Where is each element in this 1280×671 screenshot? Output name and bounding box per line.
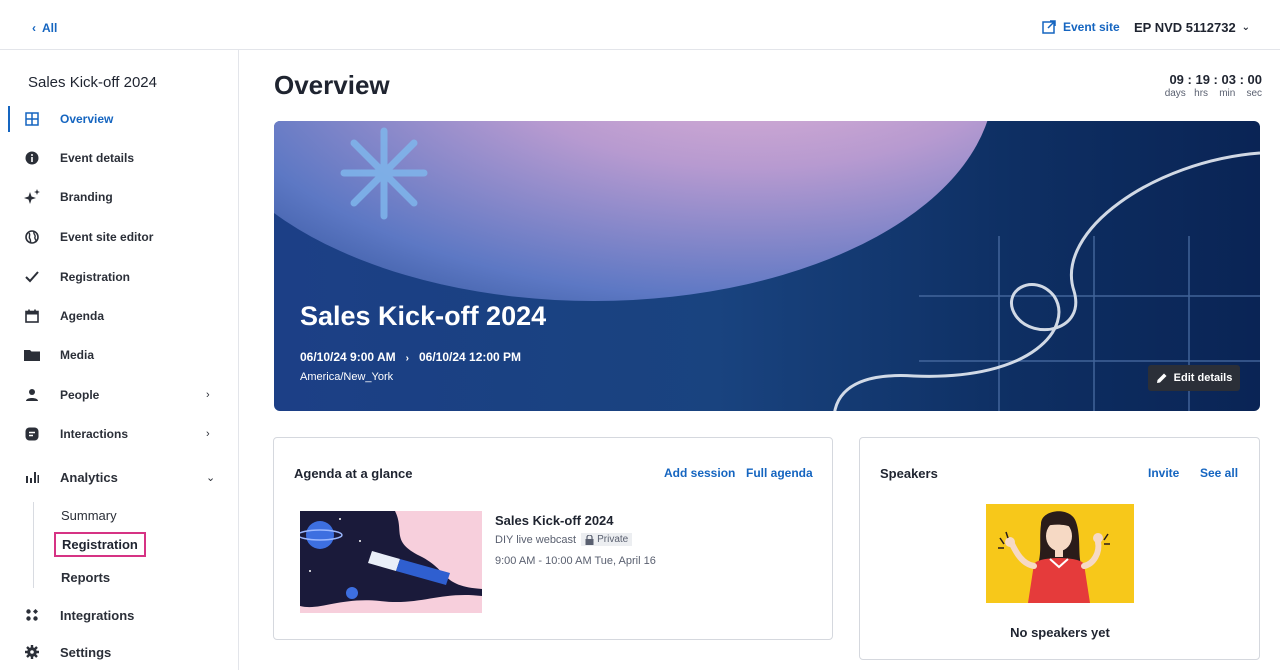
event-id-dropdown[interactable]: EP NVD 5112732 ⌄	[1134, 20, 1250, 35]
session-type-label: DIY live webcast	[495, 533, 577, 546]
chevron-right-icon: ›	[405, 353, 409, 364]
sidebar-item-label: Media	[60, 348, 95, 362]
countdown-sec: 00	[1247, 72, 1262, 87]
unit-hrs: hrs	[1194, 88, 1209, 99]
invite-link[interactable]: Invite	[1148, 466, 1179, 480]
unit-min: min	[1219, 88, 1236, 99]
info-icon	[24, 150, 40, 166]
folder-icon	[24, 347, 40, 363]
sidebar-item-label: Event site editor	[60, 230, 154, 244]
analytics-sub-summary[interactable]: Summary	[61, 508, 117, 523]
sidebar-item-label: Branding	[60, 190, 113, 204]
banner-decoration	[340, 127, 1260, 411]
private-badge: Private	[581, 533, 633, 546]
speakers-card: Speakers Invite See all No speakers yet	[859, 437, 1260, 660]
sidebar-item-event-details[interactable]: Event details	[0, 139, 238, 177]
globe-icon	[24, 229, 40, 245]
submenu-divider	[33, 502, 34, 588]
event-title: Sales Kick-off 2024	[28, 74, 157, 91]
external-link-icon	[1042, 20, 1056, 34]
back-link[interactable]: ‹ All	[32, 21, 57, 35]
banner-title: Sales Kick-off 2024	[300, 301, 547, 331]
event-site-link[interactable]: Event site	[1042, 20, 1120, 34]
session-name[interactable]: Sales Kick-off 2024	[495, 513, 614, 528]
bar-chart-icon	[24, 469, 40, 485]
sidebar-item-agenda[interactable]: Agenda	[0, 297, 238, 335]
session-time: 9:00 AM - 10:00 AM Tue, April 16	[495, 555, 656, 567]
sidebar-item-label: Interactions	[60, 427, 129, 441]
sidebar-item-label: Overview	[60, 112, 114, 126]
banner-timezone: America/New_York	[300, 371, 394, 383]
sidebar-item-settings[interactable]: Settings	[0, 633, 238, 671]
agenda-title: Agenda at a glance	[294, 466, 413, 481]
sparkle-icon	[24, 189, 40, 205]
lock-icon	[585, 534, 594, 545]
sidebar-item-overview[interactable]: Overview	[0, 100, 238, 138]
countdown-values: 09 : 19 : 03 : 00	[1169, 72, 1262, 87]
sidebar-item-label: Event details	[60, 151, 135, 165]
countdown-min: 03	[1221, 72, 1236, 87]
person-icon	[24, 387, 40, 403]
sidebar-item-analytics[interactable]: Analytics ⌄	[0, 458, 238, 496]
sidebar: Sales Kick-off 2024 Overview Event detai…	[0, 50, 239, 670]
countdown-hrs: 19	[1195, 72, 1210, 87]
agenda-card: Agenda at a glance Add session Full agen…	[273, 437, 833, 640]
banner-start: 06/10/24 9:00 AM	[300, 350, 396, 364]
analytics-sub-reports[interactable]: Reports	[61, 570, 110, 585]
top-bar: ‹ All Event site EP NVD 5112732 ⌄	[0, 0, 1280, 50]
sidebar-item-integrations[interactable]: Integrations	[0, 596, 238, 634]
sidebar-item-branding[interactable]: Branding	[0, 178, 238, 216]
chat-icon	[24, 426, 40, 442]
chevron-down-icon: ⌄	[1241, 22, 1251, 33]
sidebar-item-interactions[interactable]: Interactions ›	[0, 415, 238, 453]
sidebar-item-registration[interactable]: Registration	[0, 258, 238, 296]
add-session-link[interactable]: Add session	[664, 466, 735, 480]
gear-icon	[24, 644, 40, 660]
chevron-right-icon: ›	[206, 428, 210, 440]
sidebar-item-label: Agenda	[60, 309, 105, 323]
sidebar-item-media[interactable]: Media	[0, 336, 238, 374]
sidebar-item-label: Registration	[60, 270, 131, 284]
countdown-timer: 09 : 19 : 03 : 00 days hrs min sec	[1130, 72, 1262, 99]
see-all-link[interactable]: See all	[1200, 466, 1238, 480]
banner-dates: 06/10/24 9:00 AM › 06/10/24 12:00 PM	[300, 350, 521, 364]
banner-end: 06/10/24 12:00 PM	[418, 350, 522, 364]
unit-sec: sec	[1246, 88, 1262, 99]
sidebar-item-label: Settings	[60, 644, 112, 660]
no-speakers-text: No speakers yet	[1010, 625, 1110, 640]
chevron-down-icon: ⌄	[206, 471, 216, 484]
countdown-units: days hrs min sec	[1130, 88, 1262, 99]
countdown-days: 09	[1169, 72, 1184, 87]
edit-details-label: Edit details	[1173, 372, 1233, 384]
sidebar-item-people[interactable]: People ›	[0, 376, 238, 414]
speakers-illustration	[986, 504, 1134, 603]
grid-icon	[24, 111, 40, 127]
chevron-right-icon: ›	[206, 389, 210, 401]
session-type: DIY live webcast Private	[495, 533, 633, 546]
page-title: Overview	[274, 70, 390, 100]
unit-days: days	[1164, 88, 1186, 99]
sidebar-item-label: People	[60, 388, 100, 402]
check-icon	[24, 269, 40, 285]
woman-illustration	[998, 511, 1110, 603]
back-label: All	[42, 21, 58, 35]
sidebar-item-label: Analytics	[60, 469, 118, 485]
analytics-sub-registration[interactable]: Registration	[54, 532, 146, 557]
event-id-label: EP NVD 5112732	[1134, 20, 1236, 35]
sidebar-item-label: Integrations	[60, 607, 135, 623]
event-site-label: Event site	[1063, 20, 1120, 34]
full-agenda-link[interactable]: Full agenda	[746, 466, 813, 480]
sidebar-item-event-site-editor[interactable]: Event site editor	[0, 218, 238, 256]
private-badge-label: Private	[597, 534, 629, 545]
edit-details-button[interactable]: Edit details	[1148, 365, 1240, 391]
rocket-illustration	[300, 511, 482, 608]
event-banner: Sales Kick-off 2024 06/10/24 9:00 AM › 06/…	[274, 121, 1260, 411]
session-thumbnail[interactable]	[300, 511, 482, 613]
integrations-icon	[24, 607, 40, 623]
pencil-icon	[1156, 373, 1167, 383]
calendar-icon	[24, 308, 40, 324]
chevron-left-icon: ‹	[32, 21, 36, 35]
speakers-title: Speakers	[880, 466, 938, 481]
